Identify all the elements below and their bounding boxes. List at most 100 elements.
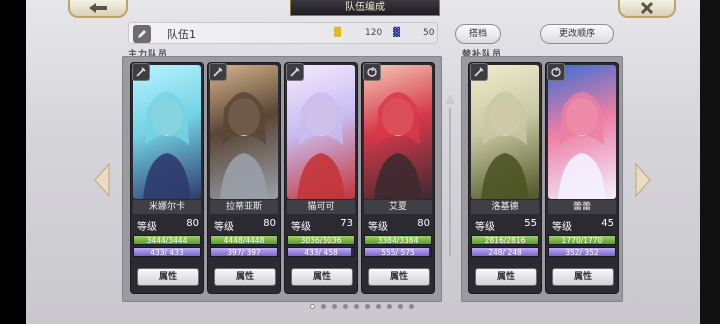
level-row: 等级 80 — [212, 218, 278, 233]
character-art — [220, 92, 268, 199]
character-portrait[interactable] — [364, 65, 432, 199]
character-name: 艾夏 — [364, 200, 432, 214]
level-label: 等级 — [552, 222, 572, 233]
hp-text: 3384/3384 — [377, 236, 419, 245]
yellow-stat-icon: ▓ — [334, 28, 341, 38]
character-portrait[interactable] — [133, 65, 201, 199]
level-value: 55 — [524, 218, 537, 229]
level-value: 73 — [340, 218, 353, 229]
level-value: 80 — [263, 218, 276, 229]
mp-bar: 248/ 248 — [471, 247, 539, 257]
sword-class-icon — [286, 63, 304, 81]
level-row: 等级 80 — [135, 218, 201, 233]
mp-bar: 352/ 352 — [548, 247, 616, 257]
next-arrow-icon[interactable] — [634, 162, 652, 198]
reserve-member-card[interactable]: 蕾蕾等级 45 1770/1770 352/ 352 属性 — [545, 62, 619, 294]
mp-bar: 397/ 397 — [210, 247, 278, 257]
character-name: 拉蒂亚斯 — [210, 200, 278, 214]
page-dot[interactable] — [343, 304, 348, 309]
main-member-card[interactable]: 拉蒂亚斯等级 80 4448/4448 397/ 397 属性 — [207, 62, 281, 294]
page-dot[interactable] — [376, 304, 381, 309]
edit-icon[interactable] — [133, 25, 151, 43]
main-member-card[interactable]: 艾夏 等级 80 3384/3384 555/ 575 属性 — [361, 62, 435, 294]
page-dot[interactable] — [398, 304, 403, 309]
page-dot[interactable] — [354, 304, 359, 309]
close-button[interactable] — [618, 0, 676, 18]
left-edge — [0, 0, 26, 324]
attributes-button[interactable]: 属性 — [137, 268, 199, 286]
sword-class-icon — [132, 63, 150, 81]
character-portrait[interactable] — [548, 65, 616, 199]
page-dot[interactable] — [365, 304, 370, 309]
blue-stat-icon: ▓ — [393, 28, 400, 38]
level-row: 等级 55 — [473, 218, 539, 233]
prev-arrow-icon[interactable] — [93, 162, 111, 198]
character-art — [143, 92, 191, 199]
hp-text: 4448/4448 — [223, 236, 265, 245]
character-art — [374, 92, 422, 199]
close-icon — [640, 1, 654, 15]
page-dot[interactable] — [409, 304, 414, 309]
level-row: 等级 45 — [550, 218, 616, 233]
hp-bar: 1770/1770 — [548, 235, 616, 245]
mp-text: 433/ 433 — [150, 248, 184, 257]
mp-text: 248/ 248 — [488, 248, 522, 257]
mp-bar: 433/ 458 — [287, 247, 355, 257]
mp-text: 352/ 352 — [565, 248, 599, 257]
attributes-button[interactable]: 属性 — [214, 268, 276, 286]
attributes-button[interactable]: 属性 — [368, 268, 430, 286]
hp-bar: 3444/3444 — [133, 235, 201, 245]
character-art — [481, 92, 529, 199]
hp-text: 2816/2816 — [484, 236, 526, 245]
attributes-button[interactable]: 属性 — [291, 268, 353, 286]
mp-bar: 555/ 575 — [364, 247, 432, 257]
mp-bar: 433/ 433 — [133, 247, 201, 257]
level-label: 等级 — [368, 222, 388, 233]
character-name: 蕾蕾 — [548, 200, 616, 214]
spiral-class-icon — [547, 63, 565, 81]
character-art — [297, 92, 345, 199]
stat-a-value: 120 — [365, 28, 383, 38]
swap-scroll-indicator — [445, 94, 455, 270]
level-label: 等级 — [137, 222, 157, 233]
hp-bar: 3036/3036 — [287, 235, 355, 245]
mp-text: 397/ 397 — [227, 248, 261, 257]
level-value: 45 — [601, 218, 614, 229]
team-name-row: 队伍1 ▓ 120 ▓ 50 — [128, 22, 438, 44]
partner-button[interactable]: 搭档 — [455, 24, 501, 44]
hp-text: 1770/1770 — [561, 236, 603, 245]
arrow-left-icon — [89, 3, 107, 13]
right-edge — [700, 0, 720, 324]
spiral-class-icon — [363, 63, 381, 81]
main-member-card[interactable]: 米娜尔卡等级 80 3444/3444 433/ 433 属性 — [130, 62, 204, 294]
page-dot[interactable] — [332, 304, 337, 309]
page-dot[interactable] — [387, 304, 392, 309]
character-portrait[interactable] — [471, 65, 539, 199]
character-portrait[interactable] — [210, 65, 278, 199]
hp-text: 3444/3444 — [146, 236, 188, 245]
hp-text: 3036/3036 — [300, 236, 342, 245]
character-name: 猫可可 — [287, 200, 355, 214]
stat-b-value: 50 — [423, 28, 435, 38]
main-member-card[interactable]: 猫可可等级 73 3036/3036 433/ 458 属性 — [284, 62, 358, 294]
team-name: 队伍1 — [167, 28, 196, 41]
mp-text: 433/ 458 — [304, 248, 338, 257]
hp-bar: 4448/4448 — [210, 235, 278, 245]
level-value: 80 — [186, 218, 199, 229]
character-portrait[interactable] — [287, 65, 355, 199]
attributes-button[interactable]: 属性 — [475, 268, 537, 286]
character-name: 米娜尔卡 — [133, 200, 201, 214]
page-dot[interactable] — [321, 304, 326, 309]
page-dot[interactable] — [310, 304, 315, 309]
level-label: 等级 — [291, 222, 311, 233]
level-row: 等级 73 — [289, 218, 355, 233]
reserve-member-card[interactable]: 洛基德等级 55 2816/2816 248/ 248 属性 — [468, 62, 542, 294]
hp-bar: 3384/3384 — [364, 235, 432, 245]
character-art — [558, 92, 606, 199]
back-button[interactable] — [68, 0, 128, 18]
level-label: 等级 — [475, 222, 495, 233]
attributes-button[interactable]: 属性 — [552, 268, 614, 286]
hp-bar: 2816/2816 — [471, 235, 539, 245]
character-name: 洛基德 — [471, 200, 539, 214]
reorder-button[interactable]: 更改顺序 — [540, 24, 614, 44]
